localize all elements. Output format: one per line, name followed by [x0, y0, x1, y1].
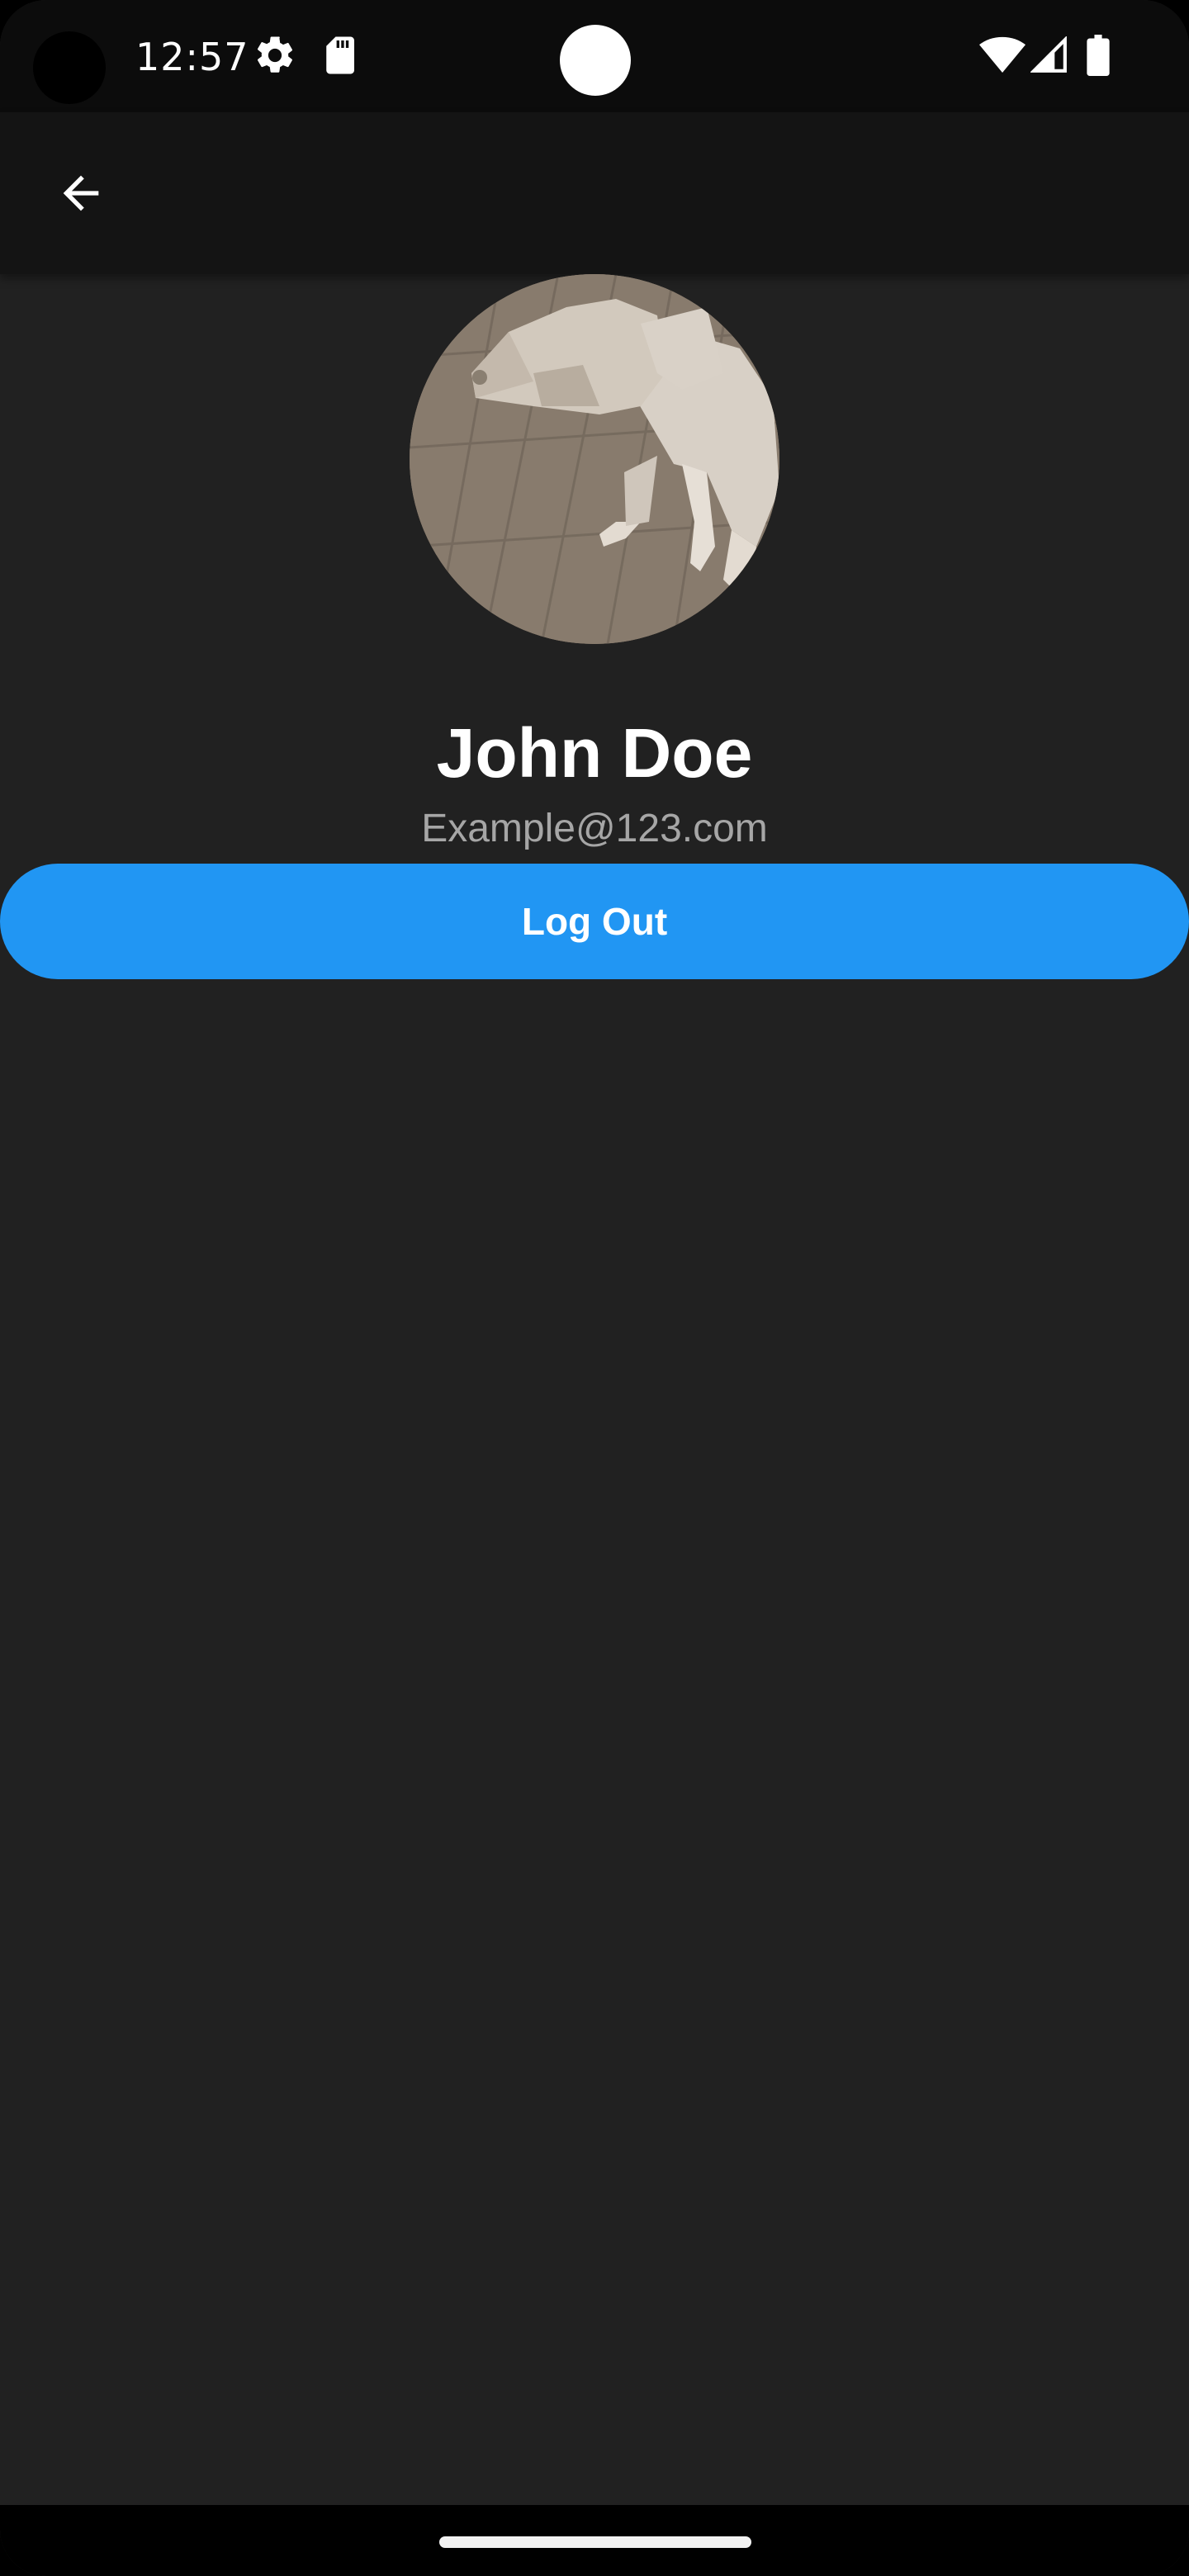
camera-cutout: [33, 31, 106, 104]
battery-icon: [1087, 35, 1110, 79]
home-indicator[interactable]: [439, 2536, 751, 2548]
profile-screen: 12:57 John Doe Example@123.com Log Out: [0, 0, 1189, 2576]
arrow-back-icon: [54, 167, 107, 223]
status-time: 12:57: [135, 35, 249, 79]
back-button[interactable]: [40, 154, 122, 236]
sd-card-icon: [319, 33, 360, 81]
logout-button[interactable]: Log Out: [0, 864, 1189, 979]
profile-email: Example@123.com: [421, 807, 768, 850]
status-bar: 12:57: [0, 0, 1189, 112]
dog-photo: [410, 274, 779, 644]
front-camera: [560, 25, 631, 96]
cell-signal-icon: [1030, 36, 1068, 78]
wifi-icon: [979, 35, 1026, 79]
avatar: [410, 274, 779, 644]
navigation-bar: [0, 2505, 1189, 2576]
profile-name: John Doe: [436, 714, 753, 792]
app-bar: [0, 112, 1189, 274]
settings-gear-icon: [253, 33, 297, 81]
